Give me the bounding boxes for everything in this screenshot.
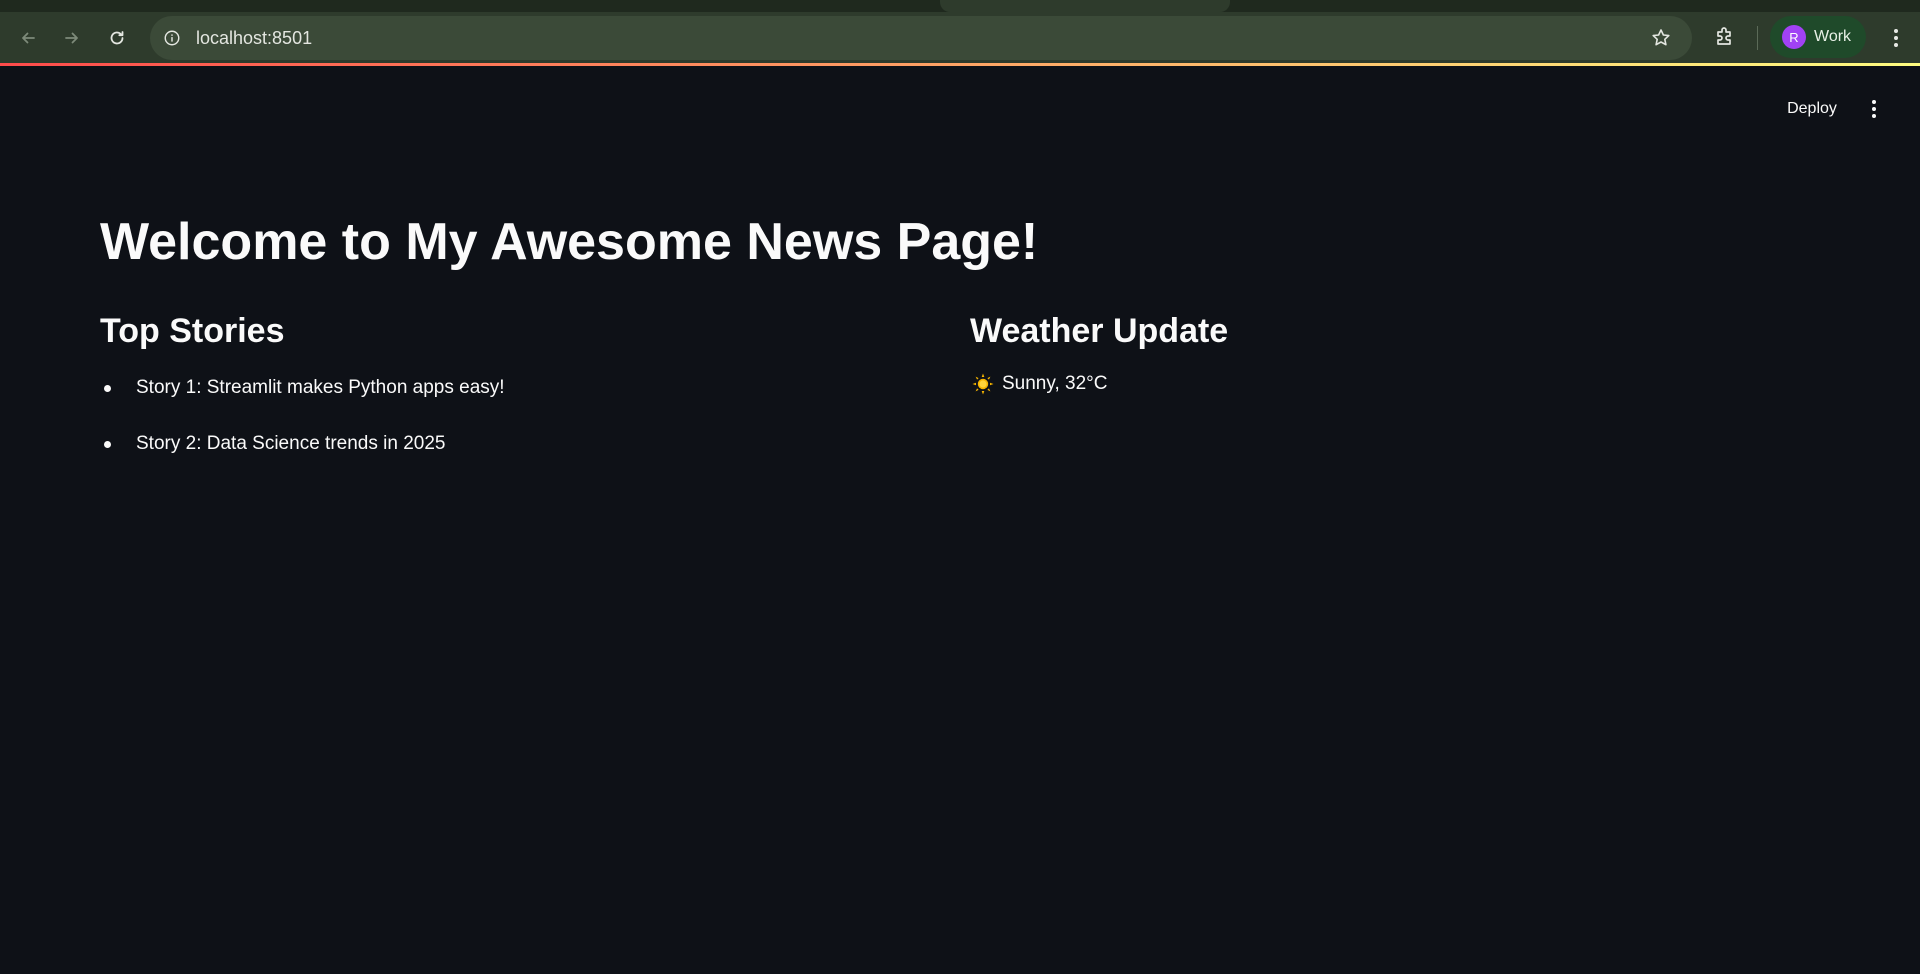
stories-list: Story 1: Streamlit makes Python apps eas… (100, 374, 920, 458)
story-text: Story 2: Data Science trends in 2025 (136, 433, 446, 454)
tab-strip (0, 0, 1920, 12)
toolbar-divider (1757, 26, 1758, 50)
weather-text: Sunny, 32°C (1002, 373, 1108, 394)
page-title: Welcome to My Awesome News Page! (100, 213, 1039, 271)
url-text[interactable]: localhost:8501 (196, 28, 312, 49)
back-arrow-icon (22, 32, 35, 44)
bullet-icon (104, 441, 111, 448)
bullet-icon (104, 385, 111, 392)
header-decoration-bar (0, 63, 1920, 66)
kebab-menu-icon[interactable] (1858, 92, 1890, 126)
sun-icon (972, 373, 994, 395)
story-text: Story 1: Streamlit makes Python apps eas… (136, 377, 505, 398)
list-item: Story 2: Data Science trends in 2025 (100, 430, 920, 458)
active-tab[interactable] (940, 0, 1230, 12)
info-icon[interactable] (162, 28, 182, 48)
profile-label: Work (1814, 28, 1852, 45)
weather-column: Weather Update Sunny, 32°C (970, 308, 1810, 398)
star-icon[interactable] (1650, 27, 1672, 49)
back-button[interactable] (12, 22, 44, 54)
puzzle-icon[interactable] (1712, 23, 1738, 49)
reload-icon (110, 31, 124, 45)
forward-button[interactable] (56, 22, 88, 54)
weather-status: Sunny, 32°C (970, 370, 1810, 398)
reload-button[interactable] (101, 22, 133, 54)
list-item: Story 1: Streamlit makes Python apps eas… (100, 374, 920, 402)
forward-arrow-icon (65, 32, 78, 44)
profile-button[interactable]: R Work (1770, 16, 1866, 58)
avatar: R (1782, 25, 1806, 49)
kebab-menu-icon[interactable] (1880, 22, 1912, 54)
top-stories-heading: Top Stories (100, 312, 285, 350)
top-stories-column: Top Stories Story 1: Streamlit makes Pyt… (100, 308, 920, 486)
browser-chrome: localhost:8501 R Work (0, 0, 1920, 64)
address-bar[interactable]: localhost:8501 (150, 16, 1692, 60)
deploy-button[interactable]: Deploy (1772, 92, 1852, 126)
browser-toolbar: localhost:8501 R Work (0, 12, 1920, 64)
weather-heading: Weather Update (970, 312, 1229, 350)
